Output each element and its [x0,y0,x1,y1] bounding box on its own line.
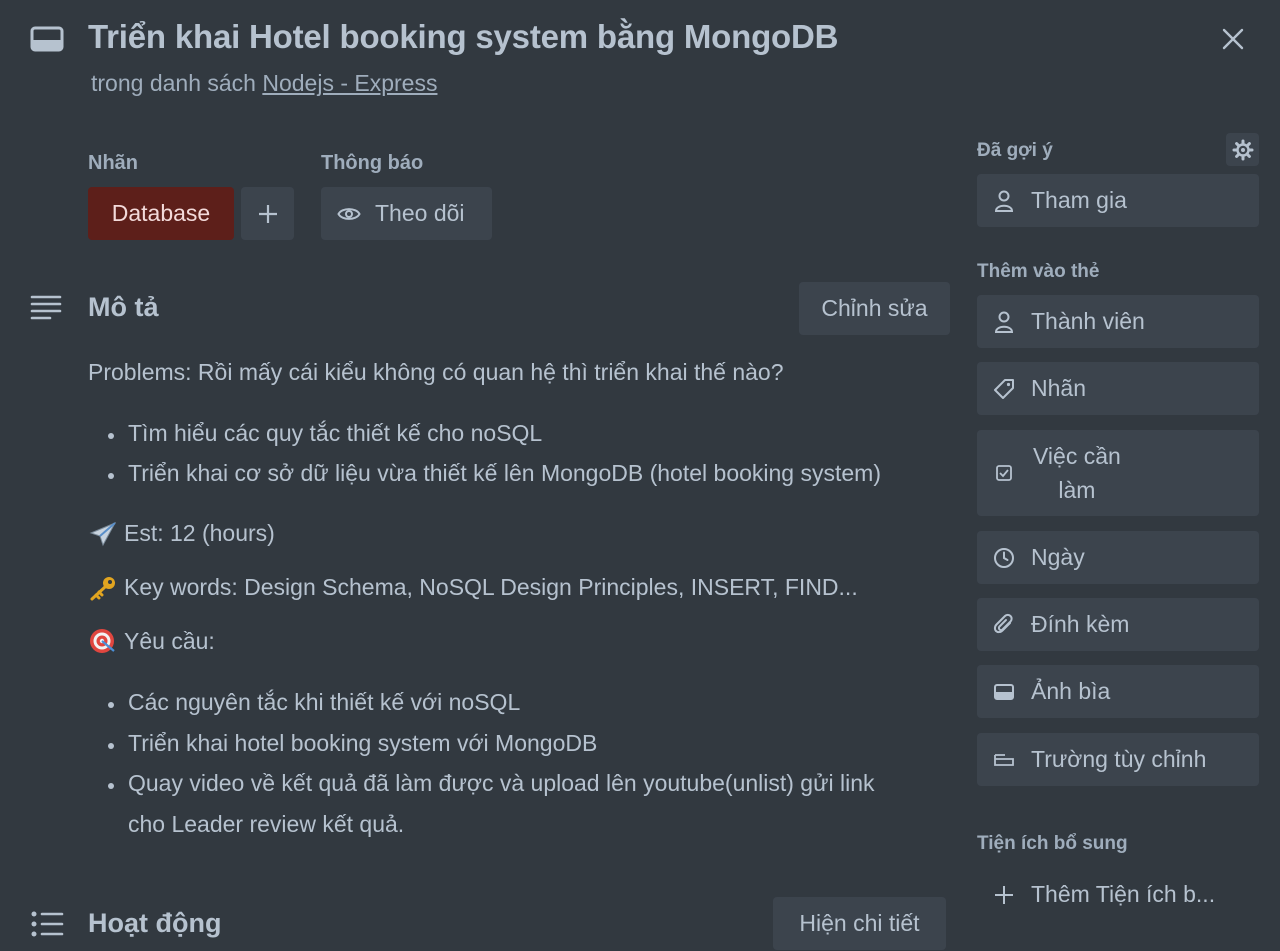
list-item: Tìm hiểu các quy tắc thiết kế cho noSQL [107,420,543,446]
list-item: Triển khai hotel booking system với Mong… [107,730,598,756]
target-icon [88,627,118,655]
add-powerup-label: Thêm Tiện ích b... [1031,881,1216,907]
members-label: Thành viên [1031,308,1145,334]
join-button[interactable]: Tham gia [977,174,1259,227]
airplane-icon [88,521,118,547]
clock-icon [991,547,1017,569]
add-powerup-button[interactable]: Thêm Tiện ích b... [977,868,1259,921]
person-icon [991,190,1017,212]
labels-label: Nhãn [1031,375,1086,401]
card-title[interactable]: Triển khai Hotel booking system bằng Mon… [88,18,838,56]
card-subtitle: trong danh sách Nodejs - Express [91,70,437,97]
est-text: Est: 12 (hours) [124,520,275,546]
labels-button[interactable]: Nhãn [977,362,1259,415]
activity-heading: Hoạt động [88,908,222,938]
checkbox-icon [991,464,1017,482]
edit-description-button[interactable]: Chỉnh sửa [799,282,950,335]
custom-fields-icon [991,752,1017,768]
attachment-label: Đính kèm [1031,611,1130,637]
description-heading: Mô tả [88,292,159,322]
checklist-button[interactable]: Việc cần làm [977,430,1259,516]
key-icon [88,575,118,601]
join-label: Tham gia [1031,187,1127,213]
description-icon [30,294,62,320]
plus-icon [257,203,279,225]
checklist-label-line2: làm [1058,477,1096,503]
label-chip-text: Database [111,200,211,226]
checklist-label-line1: Việc cần [1033,443,1121,469]
close-button[interactable] [1212,20,1254,58]
close-icon [1221,27,1245,51]
dates-label: Ngày [1031,544,1085,570]
list-item: Triển khai cơ sở dữ liệu vừa thiết kế lê… [108,460,881,486]
add-to-card-heading: Thêm vào thẻ [977,261,1100,282]
list-link[interactable]: Nodejs - Express [262,70,437,96]
list-item: Quay video về kết quả đã làm được và upl… [108,770,875,796]
eye-icon [337,205,361,223]
list-item-continuation: cho Leader review kết quả. [128,811,405,837]
notifications-heading: Thông báo [321,152,424,174]
watch-label: Theo dõi [375,200,465,226]
cover-icon [991,683,1017,701]
powerups-heading: Tiện ích bổ sung [977,833,1128,854]
checklist-label: Việc cần làm [1033,439,1121,507]
activity-icon [30,910,64,938]
dates-button[interactable]: Ngày [977,531,1259,584]
show-details-button[interactable]: Hiện chi tiết [773,897,946,950]
labels-heading: Nhãn [88,152,138,174]
person-icon [991,311,1017,333]
gear-icon [1232,139,1254,161]
watch-button[interactable]: Theo dõi [321,187,492,240]
paperclip-icon [991,613,1017,637]
keywords-text: Key words: Design Schema, NoSQL Design P… [124,574,858,600]
description-est: Est: 12 (hours) [88,520,275,547]
description-problems: Problems: Rồi mấy cái kiểu không có quan… [88,359,784,385]
requirements-text: Yêu cầu: [124,627,215,654]
custom-fields-label: Trường tùy chỉnh [1031,746,1207,772]
settings-button[interactable] [1226,133,1259,166]
cover-label: Ảnh bìa [1031,678,1111,704]
add-label-button[interactable] [241,187,294,240]
custom-fields-button[interactable]: Trường tùy chỉnh [977,733,1259,786]
subtitle-prefix: trong danh sách [91,70,256,96]
card-icon [30,26,64,52]
attachment-button[interactable]: Đính kèm [977,598,1259,651]
tag-icon [991,378,1017,400]
label-chip-database[interactable]: Database [88,187,234,240]
description-keywords: Key words: Design Schema, NoSQL Design P… [88,574,858,601]
description-requirements: Yêu cầu: [88,627,215,655]
members-button[interactable]: Thành viên [977,295,1259,348]
list-item: Các nguyên tắc khi thiết kế với noSQL [107,689,521,715]
cover-button[interactable]: Ảnh bìa [977,665,1259,718]
plus-icon [991,884,1017,906]
suggested-heading: Đã gợi ý [977,140,1053,161]
